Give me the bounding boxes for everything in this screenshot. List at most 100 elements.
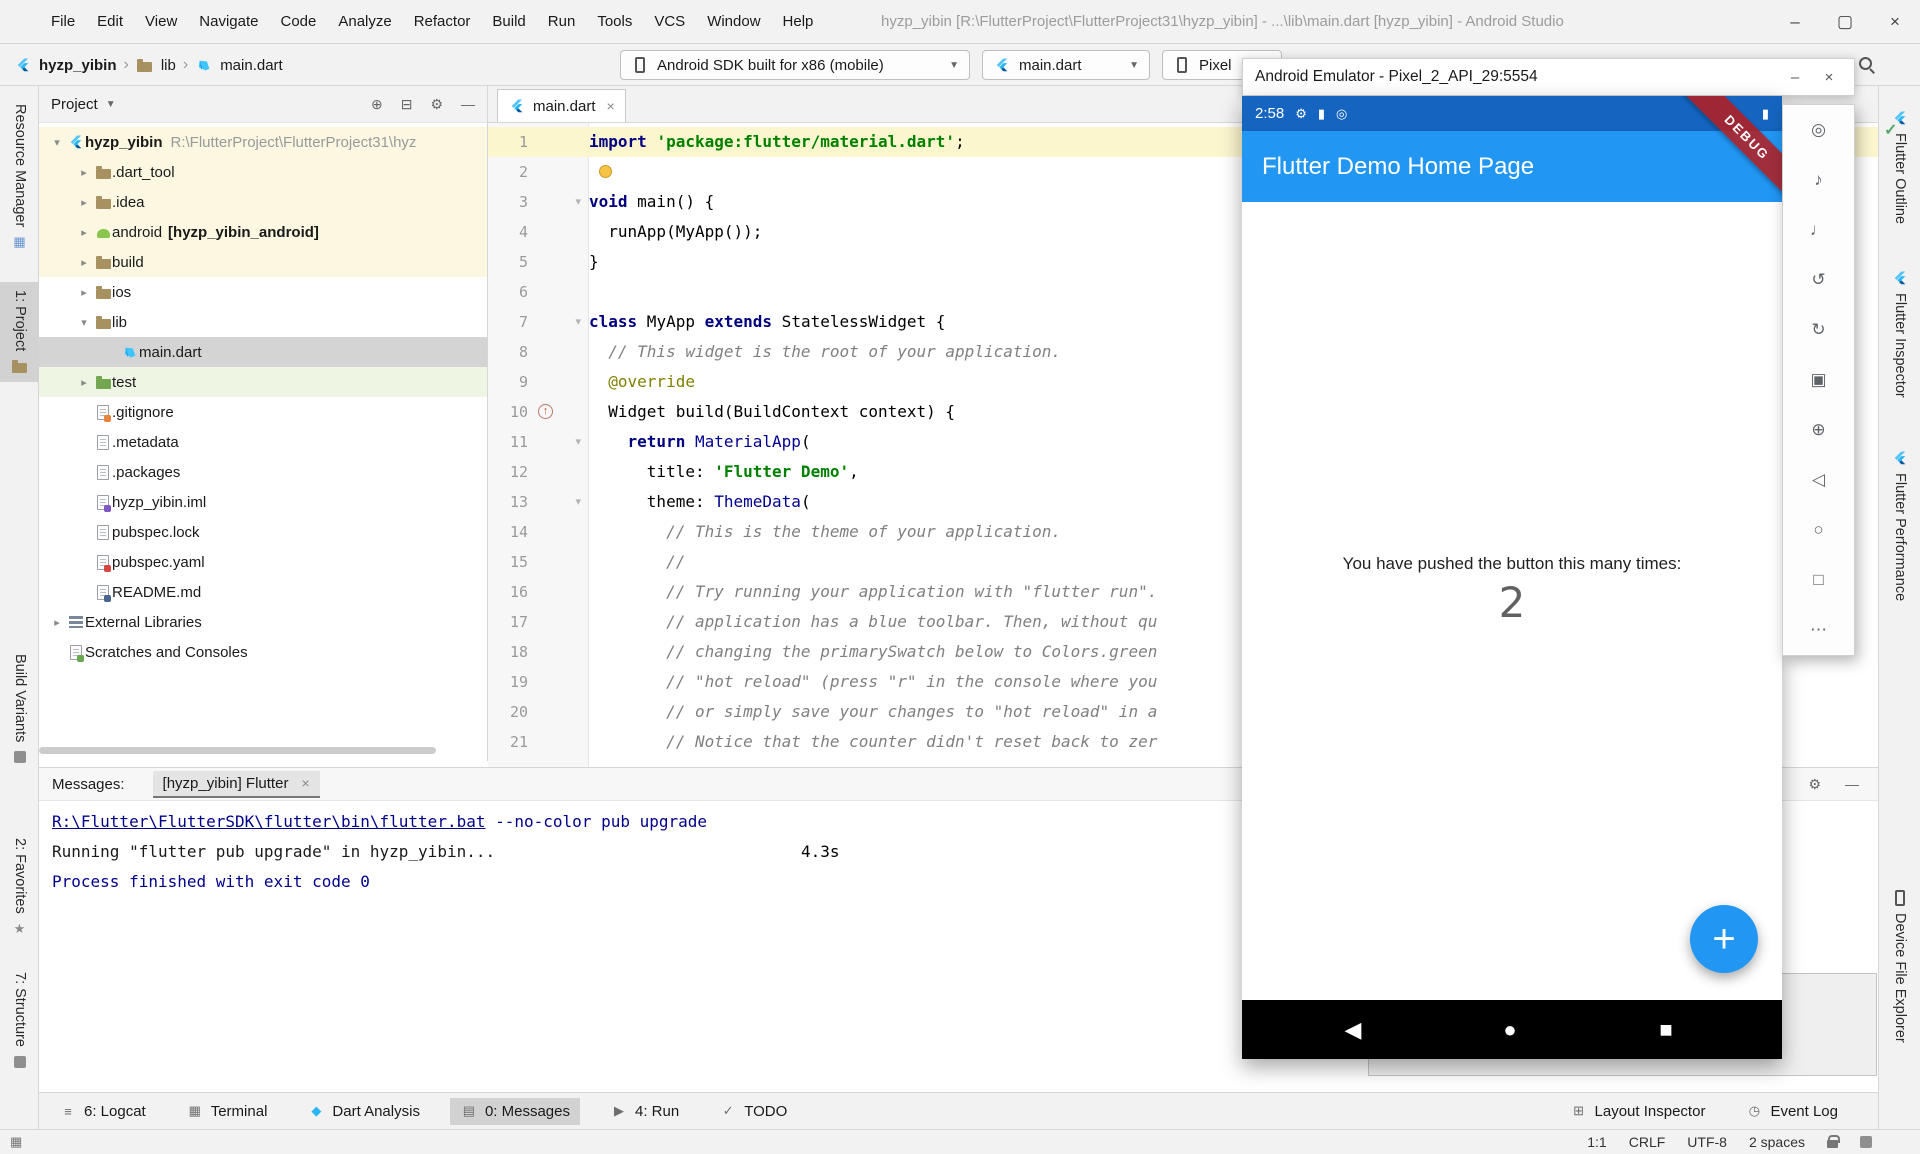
stripe-tab-2-favorites[interactable]: 2: Favorites★ (0, 830, 39, 945)
close-icon[interactable]: × (607, 98, 615, 114)
tree-row-scratches-and-consoles[interactable]: Scratches and Consoles (39, 637, 487, 667)
stripe-tab-flutter-performance[interactable]: Flutter Performance (1879, 450, 1920, 601)
power-icon[interactable]: ◎ (1802, 115, 1836, 145)
tool-window-button-dart-analysis[interactable]: ◆Dart Analysis (297, 1098, 430, 1125)
tree-toggle-icon[interactable]: ▸ (74, 196, 94, 209)
restore-button[interactable]: ▢ (1820, 0, 1870, 44)
overview-icon[interactable]: □ (1802, 565, 1836, 595)
emulator-screen[interactable]: 2:58 ⚙▮◎ ▮ Flutter Demo Home Page You ha… (1242, 96, 1782, 1059)
menu-navigate[interactable]: Navigate (188, 0, 269, 43)
tool-window-button-todo[interactable]: ✓TODO (709, 1098, 797, 1125)
tool-window-button-0-messages[interactable]: ▤0: Messages (450, 1098, 580, 1125)
indent-widget[interactable]: 2 spaces (1749, 1134, 1805, 1150)
intention-bulb-icon[interactable] (599, 165, 612, 178)
fab-increment-button[interactable]: + (1690, 905, 1758, 973)
override-marker-icon[interactable]: ↑ (538, 404, 553, 419)
hide-panel-icon[interactable]: — (461, 96, 475, 113)
menu-build[interactable]: Build (481, 0, 536, 43)
tree-row-main.dart[interactable]: main.dart (39, 337, 487, 367)
tree-row-lib[interactable]: ▾lib (39, 307, 487, 337)
emulator-minimize-button[interactable]: – (1782, 69, 1808, 86)
tree-toggle-icon[interactable]: ▾ (47, 136, 67, 149)
hide-panel-icon[interactable]: — (1845, 776, 1859, 793)
stripe-tab-7-structure[interactable]: 7: Structure (0, 964, 39, 1078)
tree-toggle-icon[interactable]: ▸ (47, 616, 67, 629)
tree-row-.packages[interactable]: .packages (39, 457, 487, 487)
tree-row-build[interactable]: ▸build (39, 247, 487, 277)
settings-icon[interactable]: ⚙ (1808, 776, 1821, 793)
emulator-close-button[interactable]: × (1816, 69, 1842, 86)
flutter-bat-link[interactable]: R:\Flutter\FlutterSDK\flutter\bin\flutte… (52, 812, 485, 831)
tree-row-android[interactable]: ▸android[hyzp_yibin_android] (39, 217, 487, 247)
zoom-icon[interactable]: ⊕ (1802, 415, 1836, 445)
breadcrumb-hyzp_yibin[interactable]: hyzp_yibin (39, 57, 117, 74)
fold-icon[interactable]: ▾ (575, 427, 581, 457)
menu-vcs[interactable]: VCS (643, 0, 696, 43)
settings-icon[interactable]: ⚙ (430, 96, 443, 113)
rotate-right-icon[interactable]: ↻ (1802, 315, 1836, 345)
tool-window-switcher-icon[interactable]: ▦ (10, 1134, 22, 1150)
fold-icon[interactable]: ▾ (575, 307, 581, 337)
caret-position-widget[interactable]: 1:1 (1587, 1134, 1606, 1150)
run-config-selector[interactable]: main.dart ▼ (982, 50, 1150, 80)
tree-row-ios[interactable]: ▸ios (39, 277, 487, 307)
fold-icon[interactable]: ▾ (575, 487, 581, 517)
editor-tab-main-dart[interactable]: main.dart × (497, 89, 626, 122)
close-button[interactable]: × (1870, 0, 1920, 44)
tree-toggle-icon[interactable]: ▸ (74, 286, 94, 299)
stripe-tab-resource-manager[interactable]: Resource Manager▦ (0, 96, 39, 258)
volume-down-icon[interactable]: ♩ (1802, 215, 1836, 245)
stripe-tab-build-variants[interactable]: Build Variants (0, 646, 39, 773)
tree-row-external-libraries[interactable]: ▸External Libraries (39, 607, 487, 637)
search-everywhere-icon[interactable] (1858, 56, 1875, 77)
stripe-tab-1-project[interactable]: 1: Project (0, 282, 39, 382)
breadcrumb-main.dart[interactable]: main.dart (220, 57, 283, 74)
tree-row-hyzp_yibin[interactable]: ▾hyzp_yibinR:\FlutterProject\FlutterProj… (39, 127, 487, 157)
stripe-tab-flutter-inspector[interactable]: Flutter Inspector (1879, 270, 1920, 398)
locate-icon[interactable]: ⊕ (371, 96, 383, 113)
tree-row-.idea[interactable]: ▸.idea (39, 187, 487, 217)
overview-button[interactable]: ■ (1646, 1000, 1686, 1059)
tree-row-readme.md[interactable]: README.md (39, 577, 487, 607)
tree-row-.dart_tool[interactable]: ▸.dart_tool (39, 157, 487, 187)
tree-toggle-icon[interactable]: ▾ (74, 316, 94, 329)
tree-row-hyzp_yibin.iml[interactable]: hyzp_yibin.iml (39, 487, 487, 517)
device-selector[interactable]: Android SDK built for x86 (mobile) ▼ (620, 50, 970, 80)
home-icon[interactable]: ○ (1802, 515, 1836, 545)
menu-tools[interactable]: Tools (586, 0, 643, 43)
tree-row-pubspec.yaml[interactable]: pubspec.yaml (39, 547, 487, 577)
breadcrumb-lib[interactable]: lib (161, 57, 176, 74)
readonly-lock-icon[interactable] (1827, 1140, 1838, 1148)
menu-window[interactable]: Window (696, 0, 771, 43)
screenshot-icon[interactable]: ▣ (1802, 365, 1836, 395)
volume-up-icon[interactable]: ♪ (1802, 165, 1836, 195)
horizontal-scrollbar[interactable] (39, 747, 436, 754)
tree-toggle-icon[interactable]: ▸ (74, 376, 94, 389)
tool-window-button-4-run[interactable]: ▶4: Run (600, 1098, 689, 1125)
inspection-highlight-icon[interactable] (1860, 1136, 1872, 1148)
close-icon[interactable]: × (301, 775, 309, 791)
emulator-title-bar[interactable]: Android Emulator - Pixel_2_API_29:5554 –… (1242, 58, 1855, 96)
tool-window-button-terminal[interactable]: ▦Terminal (176, 1098, 278, 1125)
tool-window-button-6-logcat[interactable]: ≡6: Logcat (49, 1098, 156, 1125)
home-button[interactable]: ● (1490, 1000, 1530, 1059)
collapse-all-icon[interactable]: ⊟ (401, 96, 413, 113)
stripe-tab-device-file-explorer[interactable]: Device File Explorer (1879, 890, 1920, 1043)
tree-toggle-icon[interactable]: ▸ (74, 226, 94, 239)
rotate-left-icon[interactable]: ↺ (1802, 265, 1836, 295)
line-ending-widget[interactable]: CRLF (1629, 1134, 1666, 1150)
chevron-down-icon[interactable]: ▼ (106, 99, 116, 110)
tree-row-test[interactable]: ▸test (39, 367, 487, 397)
menu-edit[interactable]: Edit (86, 0, 134, 43)
fold-icon[interactable]: ▾ (575, 187, 581, 217)
stripe-tab-flutter-outline[interactable]: Flutter Outline (1879, 110, 1920, 224)
menu-help[interactable]: Help (772, 0, 825, 43)
menu-file[interactable]: File (40, 0, 86, 43)
messages-tab-flutter[interactable]: [hyzp_yibin] Flutter × (153, 771, 320, 798)
tree-row-pubspec.lock[interactable]: pubspec.lock (39, 517, 487, 547)
menu-refactor[interactable]: Refactor (403, 0, 482, 43)
tree-toggle-icon[interactable]: ▸ (74, 166, 94, 179)
back-icon[interactable]: ◁ (1802, 465, 1836, 495)
menu-analyze[interactable]: Analyze (327, 0, 402, 43)
back-button[interactable]: ◀ (1333, 1000, 1373, 1059)
